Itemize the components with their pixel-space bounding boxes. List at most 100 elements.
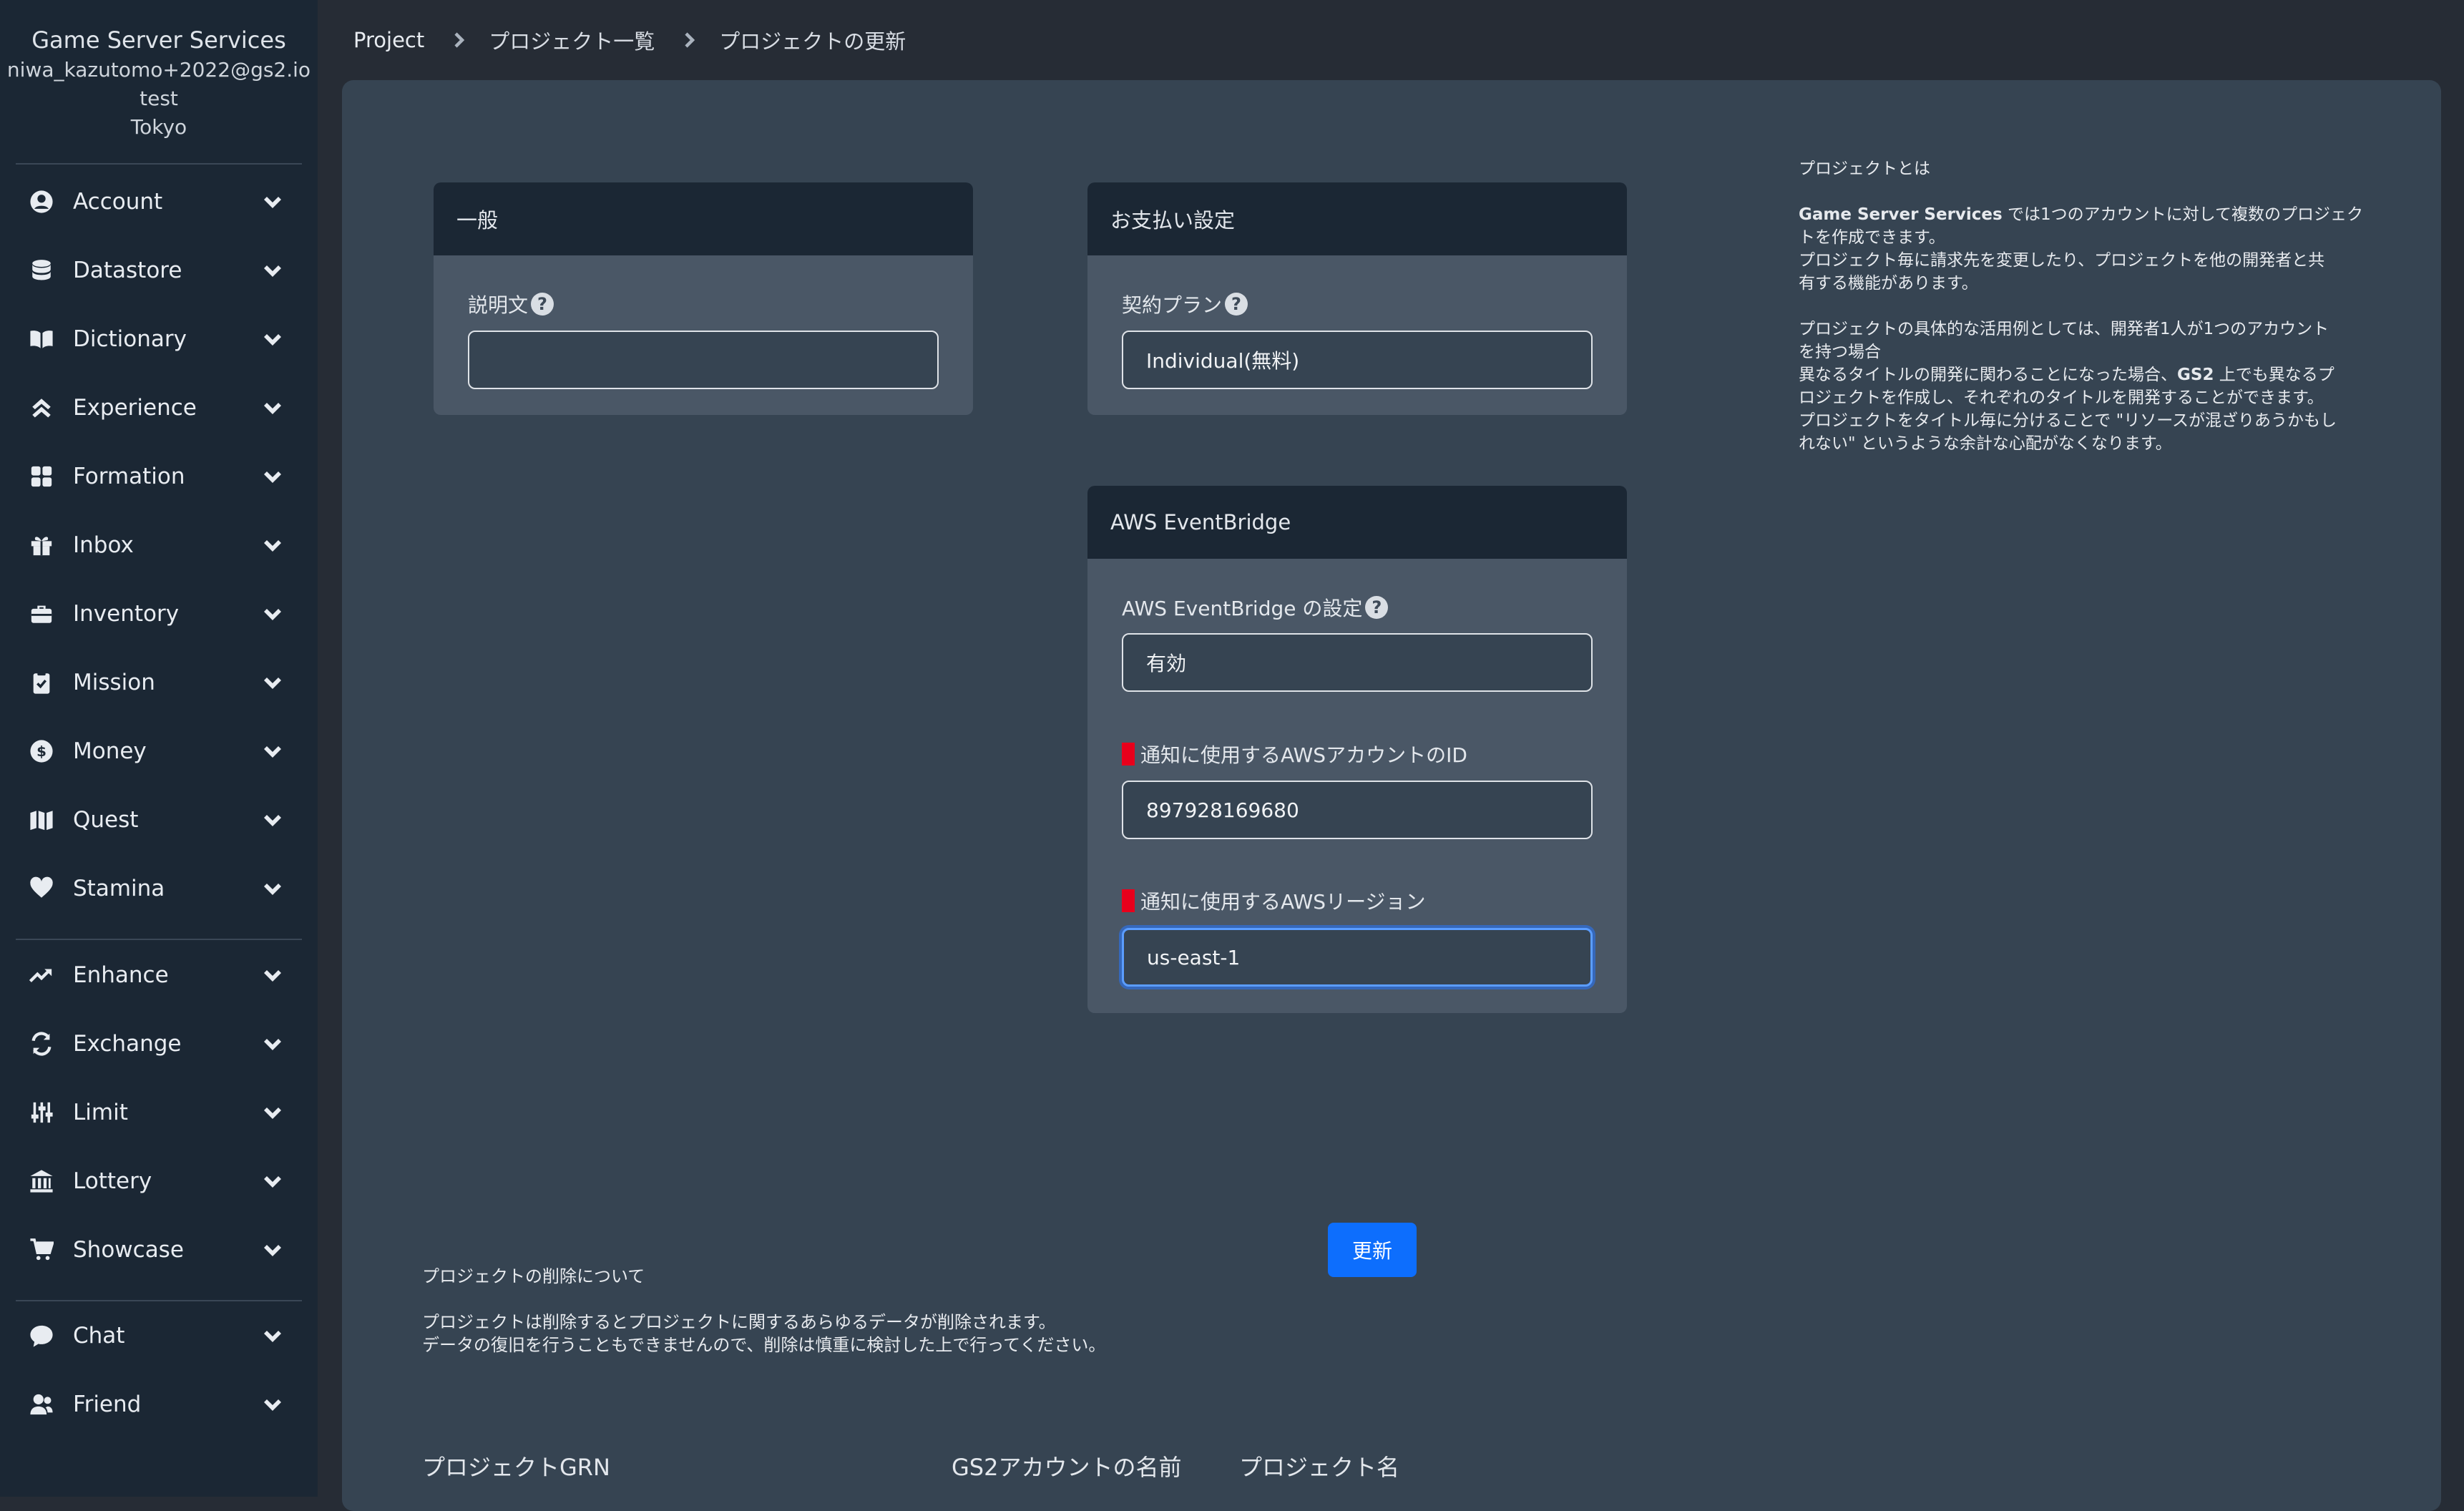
plan-label: 契約プラン ? <box>1122 290 1248 318</box>
chevron-down-icon[interactable] <box>262 1325 283 1346</box>
sidebar-item-label: Money <box>73 738 147 764</box>
book-open-icon <box>29 326 54 352</box>
chevron-down-icon[interactable] <box>262 191 283 212</box>
breadcrumb: Project プロジェクト一覧 プロジェクトの更新 <box>318 0 2464 80</box>
help-line: プロジェクトの具体的な活用例としては、開発者1人が1つのアカウント <box>1799 320 2329 338</box>
sidebar-item-label: Showcase <box>73 1237 184 1263</box>
nav-group-extended: Enhance Exchange Limit Lottery Showcase <box>0 940 318 1284</box>
sidebar-item-experience[interactable]: Experience <box>0 373 318 442</box>
svg-text:$: $ <box>36 743 47 760</box>
help-line: トを作成できます。 <box>1799 228 1945 247</box>
sidebar-item-lottery[interactable]: Lottery <box>0 1147 318 1216</box>
briefcase-icon <box>29 601 54 627</box>
sidebar-item-datastore[interactable]: Datastore <box>0 236 318 305</box>
chevron-down-icon[interactable] <box>262 809 283 831</box>
description-input[interactable] <box>468 331 939 389</box>
chevron-down-icon[interactable] <box>262 1170 283 1192</box>
help-line: を持つ場合 <box>1799 343 1881 361</box>
project-help-text: プロジェクトとは Game Server Services では1つのアカウント… <box>1799 157 2385 455</box>
bank-icon <box>29 1168 54 1194</box>
chevron-down-icon[interactable] <box>262 328 283 350</box>
sidebar-item-label: Stamina <box>73 876 165 901</box>
chevron-down-icon[interactable] <box>262 964 283 986</box>
chevron-down-icon[interactable] <box>262 603 283 625</box>
help-icon[interactable]: ? <box>1225 293 1248 316</box>
sidebar-item-label: Exchange <box>73 1031 182 1057</box>
sidebar-item-label: Enhance <box>73 962 169 988</box>
sidebar-item-friend[interactable]: Friend <box>0 1370 318 1439</box>
cart-icon <box>29 1237 54 1263</box>
chevron-down-icon[interactable] <box>262 672 283 693</box>
chevron-down-icon[interactable] <box>262 878 283 899</box>
aws-region-input[interactable]: us-east-1 <box>1122 928 1593 987</box>
angles-up-icon <box>29 395 54 421</box>
users-icon <box>29 1392 54 1417</box>
chevron-down-icon[interactable] <box>262 534 283 556</box>
sidebar-item-account[interactable]: Account <box>0 167 318 236</box>
aws-region-label-text: 通知に使用するAWSリージョン <box>1140 890 1426 914</box>
gs2-account-name-label: GS2アカウントの名前 <box>952 1454 1182 1481</box>
update-button[interactable]: 更新 <box>1328 1223 1417 1277</box>
plan-label-text: 契約プラン <box>1122 293 1223 317</box>
chevron-down-icon[interactable] <box>262 1239 283 1261</box>
sidebar-item-label: Formation <box>73 464 185 489</box>
chevron-down-icon[interactable] <box>262 740 283 762</box>
sidebar-item-exchange[interactable]: Exchange <box>0 1009 318 1078</box>
sidebar-item-label: Mission <box>73 670 155 695</box>
database-icon <box>29 258 54 283</box>
user-email: niwa_kazutomo+2022@gs2.io <box>6 58 311 82</box>
sidebar-item-label: Account <box>73 189 163 215</box>
chevron-down-icon[interactable] <box>262 1102 283 1123</box>
chevron-right-icon <box>450 31 467 49</box>
chevron-right-icon <box>680 31 698 49</box>
sidebar-header: Game Server Services niwa_kazutomo+2022@… <box>0 0 318 142</box>
user-circle-icon <box>29 189 54 215</box>
plan-select[interactable]: Individual(無料) <box>1122 331 1593 389</box>
sidebar-item-dictionary[interactable]: Dictionary <box>0 305 318 373</box>
sidebar-item-enhance[interactable]: Enhance <box>0 941 318 1009</box>
eventbridge-card-header: AWS EventBridge <box>1087 486 1627 559</box>
chevron-down-icon[interactable] <box>262 466 283 487</box>
sidebar-item-mission[interactable]: Mission <box>0 648 318 717</box>
chevron-down-icon[interactable] <box>262 397 283 419</box>
help-line: プロジェクトをタイトル毎に分けることで "リソースが混ざりあうかもし <box>1799 411 2337 430</box>
main-panel: 一般 説明文 ? お支払い設定 契約プラン ? Individual(無料) A… <box>342 80 2441 1511</box>
sidebar-item-inventory[interactable]: Inventory <box>0 580 318 648</box>
sidebar-item-label: Friend <box>73 1392 142 1417</box>
aws-account-id-label: 通知に使用するAWSアカウントのID <box>1122 740 1467 768</box>
sidebar-item-showcase[interactable]: Showcase <box>0 1216 318 1284</box>
aws-account-id-input[interactable]: 897928169680 <box>1122 781 1593 839</box>
heart-icon <box>29 876 54 901</box>
payment-card-header: お支払い設定 <box>1087 182 1627 255</box>
chevron-down-icon[interactable] <box>262 260 283 281</box>
exchange-icon <box>29 1031 54 1057</box>
description-label-text: 説明文 <box>468 293 529 317</box>
sidebar-item-label: Quest <box>73 807 139 833</box>
sidebar-item-inbox[interactable]: Inbox <box>0 511 318 580</box>
sidebar-item-formation[interactable]: Formation <box>0 442 318 511</box>
eventbridge-setting-label: AWS EventBridge の設定 ? <box>1122 593 1389 622</box>
nav-group-social: Chat Friend <box>0 1301 318 1439</box>
sidebar-item-money[interactable]: $ Money <box>0 717 318 786</box>
dollar-circle-icon: $ <box>29 738 54 764</box>
help-brand-gs2: GS2 <box>2177 366 2214 384</box>
breadcrumb-project[interactable]: Project <box>353 28 424 52</box>
help-icon[interactable]: ? <box>531 293 554 316</box>
grid-icon <box>29 464 54 489</box>
eventbridge-setting-label-text: AWS EventBridge の設定 <box>1122 597 1363 620</box>
help-icon[interactable]: ? <box>1365 596 1389 619</box>
general-card: 一般 説明文 ? <box>434 182 973 415</box>
chevron-down-icon[interactable] <box>262 1033 283 1055</box>
help-line: 有する機能があります。 <box>1799 274 1978 293</box>
sidebar-item-limit[interactable]: Limit <box>0 1078 318 1147</box>
help-line: プロジェクト毎に請求先を変更したり、プロジェクトを他の開発者と共 <box>1799 251 2325 270</box>
chevron-down-icon[interactable] <box>262 1394 283 1415</box>
required-marker <box>1122 743 1135 766</box>
eventbridge-setting-select[interactable]: 有効 <box>1122 633 1593 692</box>
sidebar-item-chat[interactable]: Chat <box>0 1301 318 1370</box>
sidebar-item-stamina[interactable]: Stamina <box>0 854 318 923</box>
chat-icon <box>29 1323 54 1349</box>
breadcrumb-project-list[interactable]: プロジェクト一覧 <box>489 25 655 55</box>
help-line: 異なるタイトルの開発に関わることになった場合、 <box>1799 366 2177 384</box>
sidebar-item-quest[interactable]: Quest <box>0 786 318 854</box>
